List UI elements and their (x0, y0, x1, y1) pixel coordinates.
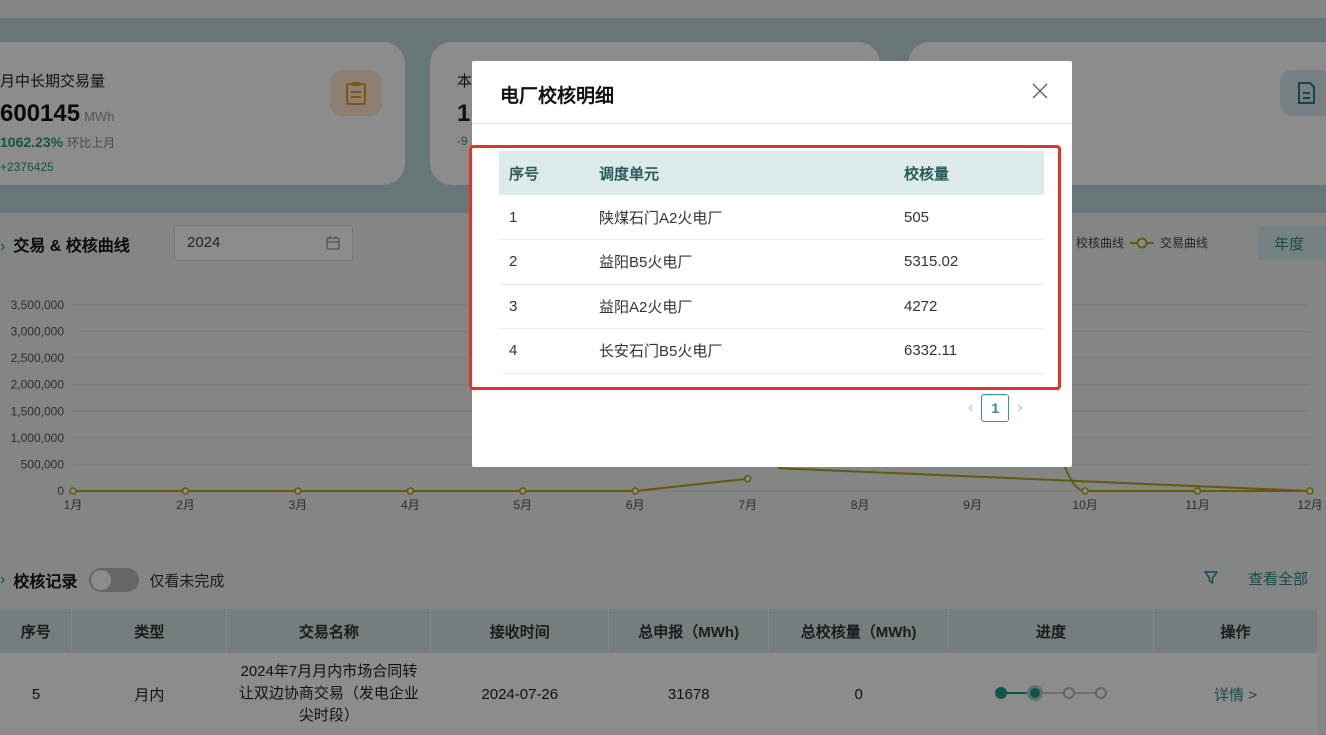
page-number[interactable]: 1 (981, 394, 1010, 422)
modal-title: 电厂校核明细 (500, 86, 615, 107)
pagination: ‹ 1 › (968, 394, 1023, 422)
close-icon[interactable] (1031, 82, 1049, 100)
prev-page-icon[interactable]: ‹ (968, 399, 973, 417)
modal-divider (472, 123, 1072, 124)
plant-check-detail-modal: 电厂校核明细 序号 调度单元 校核量 1 陕煤石门A2火电厂 505 2 益阳B… (469, 61, 1072, 467)
highlight-box (469, 145, 1061, 390)
next-page-icon[interactable]: › (1017, 399, 1022, 417)
